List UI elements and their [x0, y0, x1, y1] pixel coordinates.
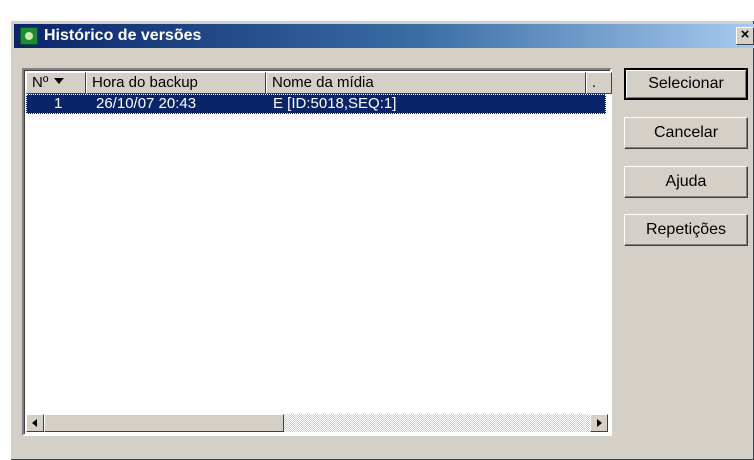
column-header-number-label: Nº	[32, 74, 49, 91]
cell-backup-time: 26/10/07 20:43	[96, 95, 197, 112]
cell-media-name: E [ID:5018,SEQ:1]	[273, 95, 397, 112]
column-header-extra[interactable]: .	[586, 72, 612, 94]
arrow-right-icon	[597, 419, 602, 427]
select-button[interactable]: Selecionar	[624, 68, 748, 100]
title-bar[interactable]: Histórico de versões ×	[14, 24, 754, 48]
scroll-right-button[interactable]	[590, 414, 608, 432]
help-button[interactable]: Ajuda	[624, 166, 748, 198]
scroll-left-button[interactable]	[26, 414, 44, 432]
window-title: Histórico de versões	[44, 27, 202, 44]
list-header: Nº Hora do backup Nome da mídia .	[26, 72, 612, 94]
column-header-backup-time[interactable]: Hora do backup	[86, 72, 266, 94]
versions-list[interactable]: Nº Hora do backup Nome da mídia . 1 26/1…	[22, 68, 612, 436]
arrow-left-icon	[32, 419, 37, 427]
app-icon	[20, 27, 38, 45]
horizontal-scrollbar[interactable]	[26, 414, 608, 432]
table-row[interactable]: 1 26/10/07 20:43 E [ID:5018,SEQ:1]	[26, 94, 606, 114]
column-header-media-name[interactable]: Nome da mídia	[266, 72, 586, 94]
cell-number: 1	[54, 95, 63, 112]
repetitions-button[interactable]: Repetições	[624, 214, 748, 246]
column-header-number[interactable]: Nº	[26, 72, 86, 94]
cancel-button[interactable]: Cancelar	[624, 117, 748, 149]
scrollbar-thumb[interactable]	[44, 414, 284, 432]
close-button[interactable]: ×	[736, 27, 754, 45]
sort-descending-icon	[54, 78, 65, 84]
